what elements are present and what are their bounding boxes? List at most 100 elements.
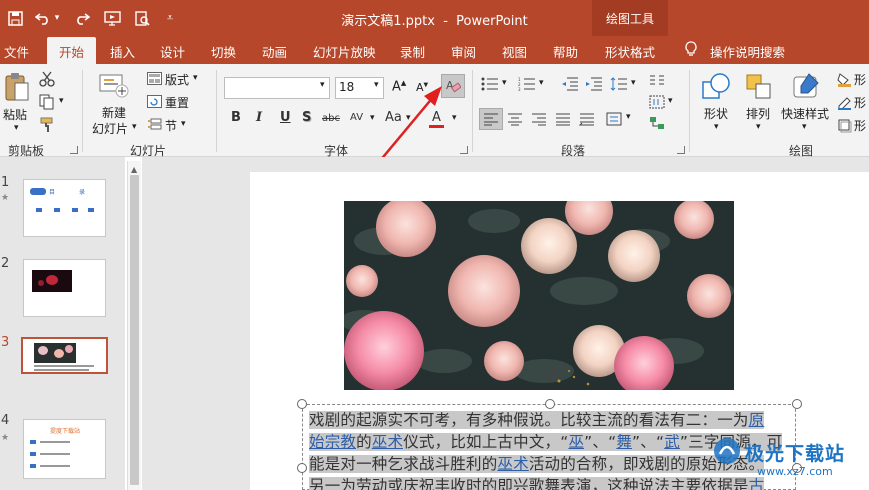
copy-icon[interactable] <box>38 93 56 111</box>
format-painter-icon[interactable] <box>38 116 56 134</box>
underline-button[interactable]: U <box>280 110 291 125</box>
text-direction-dropdown-icon[interactable]: ▾ <box>668 96 673 106</box>
hyperlink[interactable]: 舞 <box>616 433 633 451</box>
new-slide-dropdown-icon[interactable]: ▾ <box>132 122 137 132</box>
hyperlink[interactable]: 古 <box>748 477 765 490</box>
arrange-dropdown-icon[interactable]: ▾ <box>756 122 761 132</box>
slide-thumbnail-1[interactable]: 目 录 <box>23 179 106 237</box>
arrange-icon[interactable] <box>744 71 774 103</box>
align-text-dropdown-icon[interactable]: ▾ <box>626 112 631 122</box>
distributed-button[interactable] <box>577 110 597 128</box>
resize-handle[interactable] <box>545 399 555 409</box>
align-text-icon[interactable] <box>604 110 624 128</box>
shape-effects-label[interactable]: 形 <box>854 117 866 134</box>
layout-label[interactable]: 版式 <box>165 71 189 88</box>
bullets-icon[interactable] <box>480 76 500 92</box>
columns-icon[interactable] <box>648 73 666 89</box>
align-center-button[interactable] <box>505 110 525 128</box>
thumbnail-scrollbar[interactable]: ▲ <box>127 161 141 490</box>
mini-text-line <box>40 453 70 455</box>
italic-button[interactable]: I <box>256 110 262 125</box>
paste-icon[interactable] <box>4 70 30 104</box>
tab-slideshow[interactable]: 幻灯片放映 <box>313 42 376 61</box>
font-name-dropdown-icon[interactable]: ▾ <box>320 80 325 90</box>
tab-home[interactable]: 开始 <box>47 37 96 65</box>
tab-shape-format[interactable]: 形状格式 <box>605 42 655 61</box>
new-slide-label-2[interactable]: 幻灯片 <box>92 120 128 137</box>
shape-outline-icon[interactable] <box>836 94 852 110</box>
scroll-up-icon[interactable]: ▲ <box>131 165 137 174</box>
slide-thumbnail-4[interactable]: 提度下载站 <box>23 419 106 479</box>
line-spacing-icon[interactable] <box>609 76 629 92</box>
shape-fill-icon[interactable] <box>836 71 852 87</box>
section-icon[interactable] <box>146 117 162 131</box>
new-slide-label-1[interactable]: 新建 <box>102 104 126 121</box>
justify-button[interactable] <box>553 110 573 128</box>
section-dropdown-icon[interactable]: ▾ <box>181 119 186 129</box>
shapes-gallery-icon[interactable] <box>700 71 732 103</box>
shape-outline-label[interactable]: 形 <box>854 94 866 111</box>
tab-review[interactable]: 审阅 <box>451 42 476 61</box>
rotate-handle-icon[interactable] <box>542 364 560 382</box>
tab-design[interactable]: 设计 <box>160 42 185 61</box>
tab-insert[interactable]: 插入 <box>110 42 135 61</box>
resize-handle[interactable] <box>297 399 307 409</box>
scrollbar-thumb[interactable] <box>130 175 139 485</box>
resize-handle[interactable] <box>297 463 307 473</box>
tab-transitions[interactable]: 切换 <box>211 42 236 61</box>
shapes-label[interactable]: 形状 <box>704 105 728 122</box>
paste-dropdown-icon[interactable]: ▾ <box>14 123 19 133</box>
tab-help[interactable]: 帮助 <box>553 42 578 61</box>
paste-label[interactable]: 粘贴 <box>3 106 27 123</box>
char-spacing-button[interactable]: AV <box>350 112 363 123</box>
hyperlink[interactable]: 巫术 <box>371 433 404 451</box>
paragraph-launcher-icon[interactable] <box>677 146 685 154</box>
arrange-label[interactable]: 排列 <box>746 105 770 122</box>
shapes-dropdown-icon[interactable]: ▾ <box>714 122 719 132</box>
shape-effects-icon[interactable] <box>836 117 852 133</box>
reset-icon[interactable] <box>146 94 162 108</box>
hyperlink[interactable]: 巫 <box>568 433 585 451</box>
font-color-dropdown-icon[interactable]: ▾ <box>452 113 457 123</box>
numbering-icon[interactable]: 123 <box>517 76 537 92</box>
new-slide-icon[interactable] <box>99 70 129 100</box>
layout-dropdown-icon[interactable]: ▾ <box>193 73 198 83</box>
numbering-dropdown-icon[interactable]: ▾ <box>539 78 544 88</box>
cut-icon[interactable] <box>38 70 56 88</box>
layout-icon[interactable] <box>146 71 162 85</box>
decrease-indent-icon[interactable] <box>560 76 580 92</box>
hyperlink[interactable]: 原 <box>748 411 765 429</box>
quick-styles-label[interactable]: 快速样式 <box>781 105 829 122</box>
bullets-dropdown-icon[interactable]: ▾ <box>502 78 507 88</box>
hyperlink[interactable]: 始宗教 <box>309 433 357 451</box>
slide-thumbnail-2[interactable] <box>23 259 106 317</box>
resize-handle[interactable] <box>792 399 802 409</box>
shape-fill-label[interactable]: 形 <box>854 71 866 88</box>
align-left-button[interactable] <box>479 108 503 130</box>
shadow-button[interactable]: S <box>302 110 311 125</box>
hyperlink[interactable]: 武 <box>664 433 680 451</box>
tell-me-search[interactable]: 操作说明搜索 <box>710 42 785 61</box>
section-label[interactable]: 节 <box>165 117 177 134</box>
rose-photo[interactable] <box>344 201 734 390</box>
slide-thumbnail-3-selected[interactable] <box>21 337 108 374</box>
tab-animations[interactable]: 动画 <box>262 42 287 61</box>
align-right-button[interactable] <box>529 110 549 128</box>
quick-styles-icon[interactable] <box>790 71 822 103</box>
smartart-icon[interactable] <box>648 115 666 131</box>
font-launcher-icon[interactable] <box>460 146 468 154</box>
line-spacing-dropdown-icon[interactable]: ▾ <box>631 78 636 88</box>
tab-view[interactable]: 视图 <box>502 42 527 61</box>
font-name-combo[interactable] <box>224 77 330 99</box>
quick-styles-dropdown-icon[interactable]: ▾ <box>802 122 807 132</box>
tab-file[interactable]: 文件 <box>4 42 29 61</box>
reset-label[interactable]: 重置 <box>165 94 189 111</box>
text-direction-icon[interactable] <box>648 94 666 110</box>
tab-record[interactable]: 录制 <box>400 42 425 61</box>
bold-button[interactable]: B <box>231 110 241 125</box>
increase-indent-icon[interactable] <box>584 76 604 92</box>
copy-dropdown-icon[interactable]: ▾ <box>59 96 64 106</box>
clipboard-launcher-icon[interactable] <box>70 146 78 154</box>
hyperlink[interactable]: 巫术 <box>497 455 529 473</box>
strikethrough-button[interactable]: abc <box>322 113 340 124</box>
